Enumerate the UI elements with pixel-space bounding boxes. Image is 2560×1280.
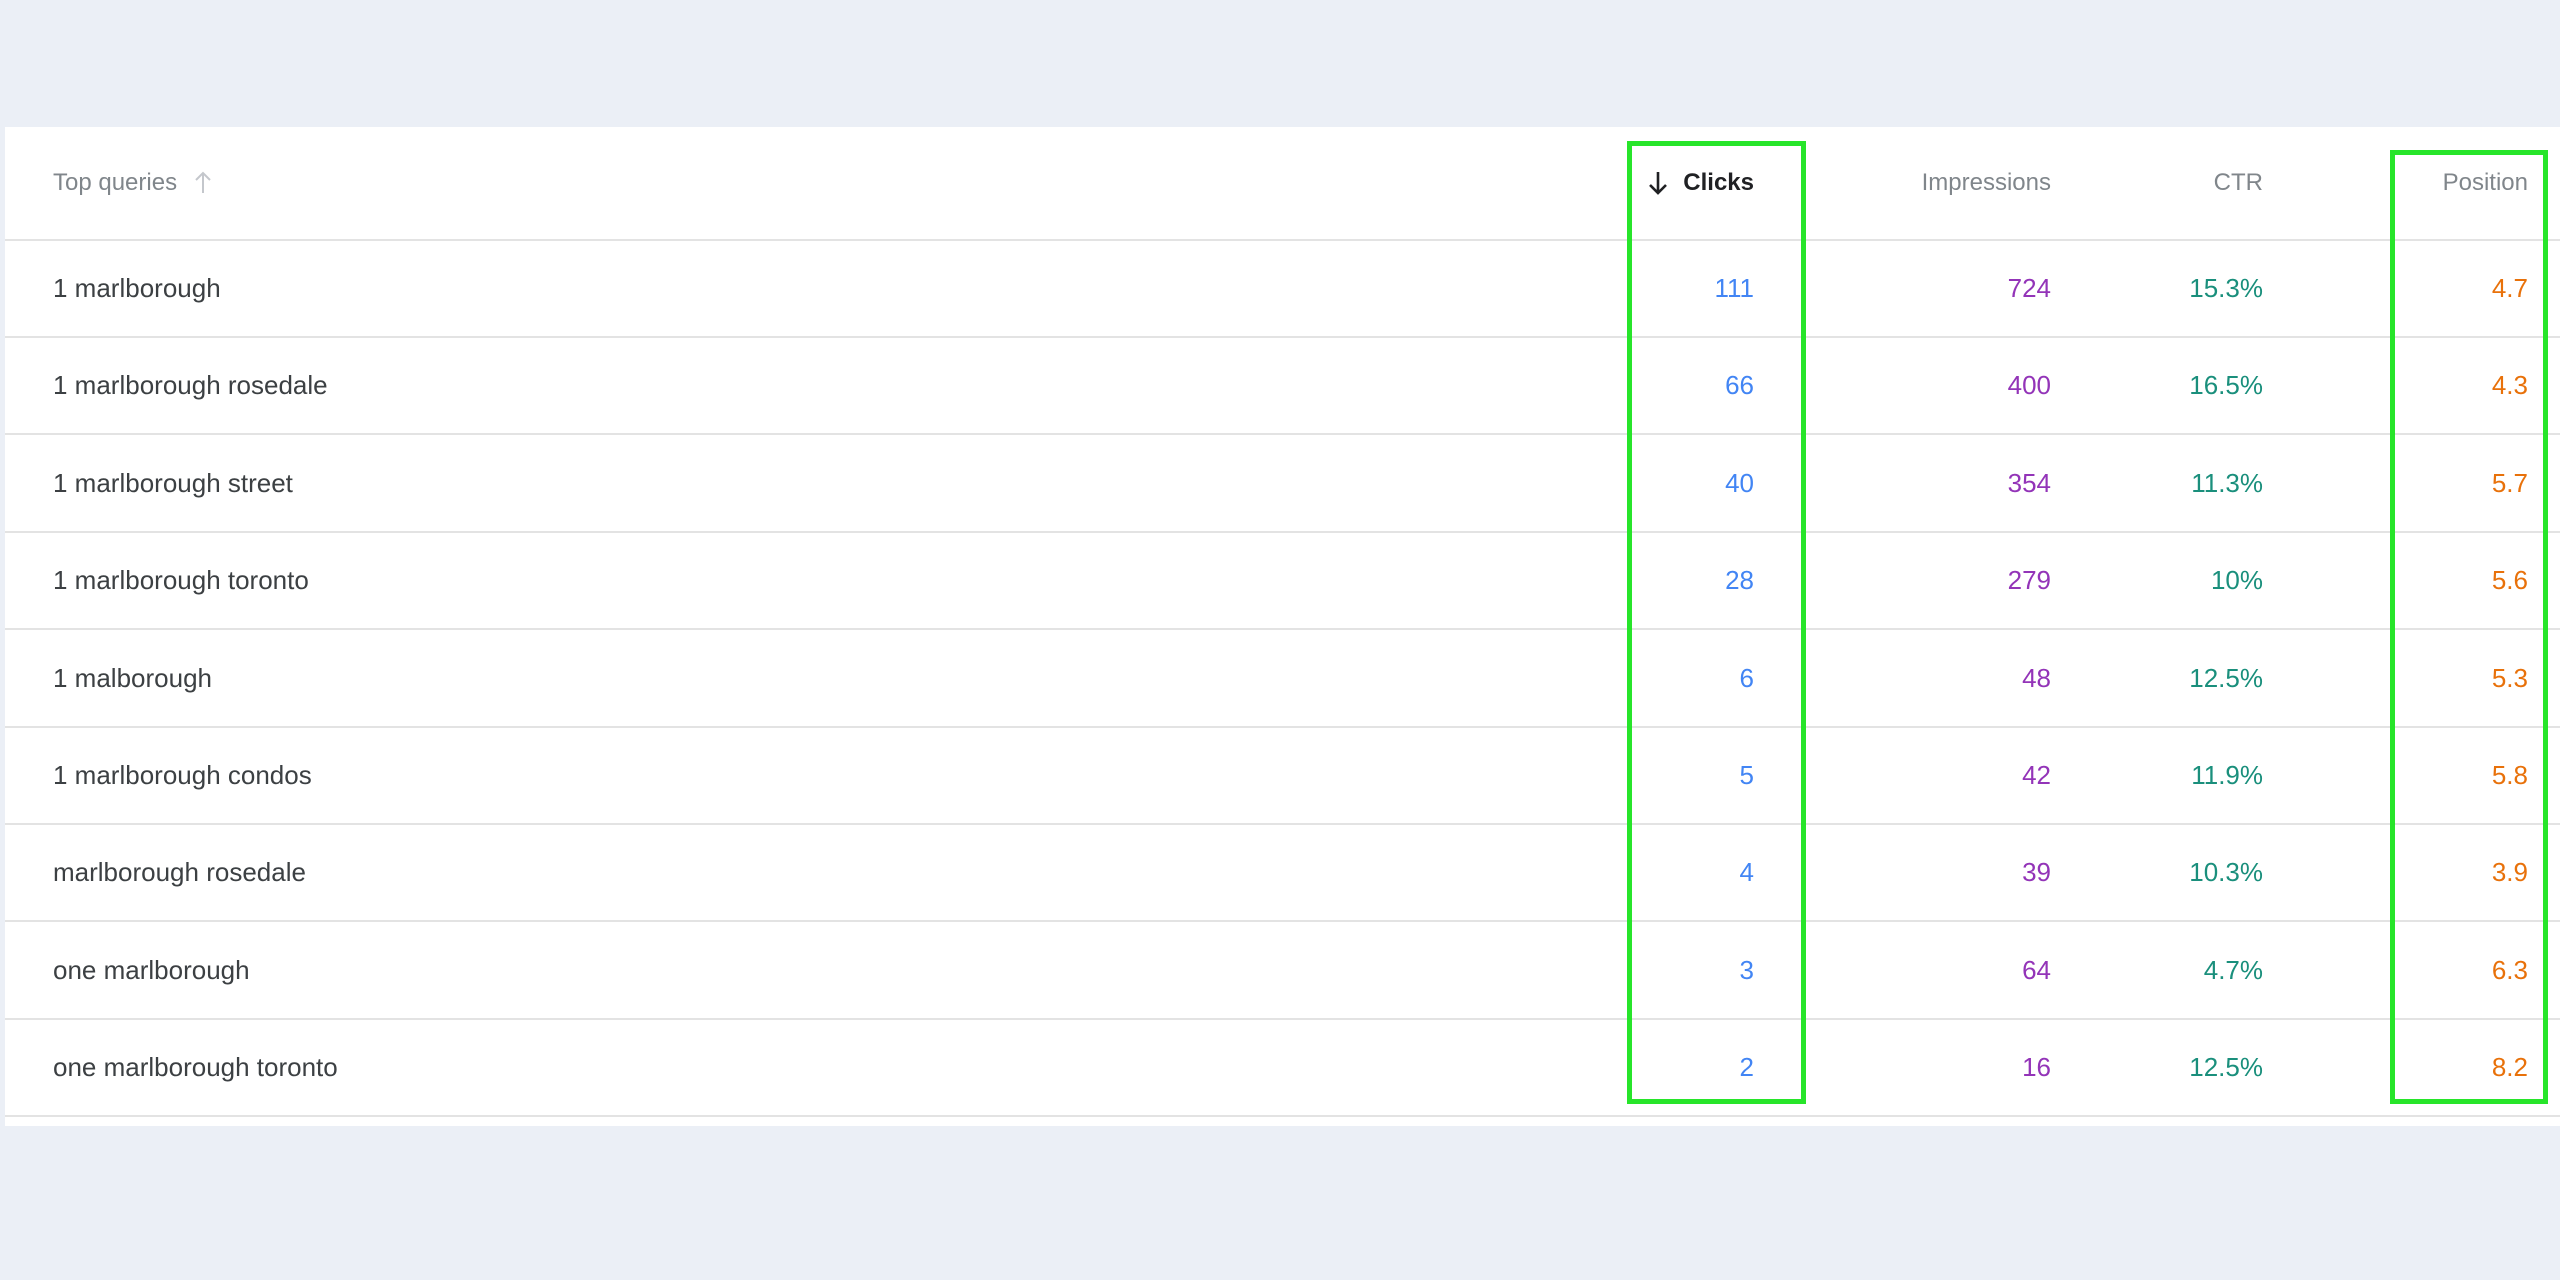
query-cell: one marlborough toronto <box>53 1052 338 1083</box>
header-position[interactable]: Position <box>2443 127 2528 239</box>
ctr-cell: 11.9% <box>2191 760 2263 790</box>
table-row[interactable]: 1 marlborough toronto 28 279 10% 5.6 <box>5 533 2560 631</box>
position-cell: 8.2 <box>2491 1052 2528 1083</box>
table-row[interactable]: 1 marlborough condos 5 42 11.9% 5.8 <box>5 728 2560 825</box>
clicks-cell: 111 <box>1714 273 1754 303</box>
ctr-cell: 16.5% <box>2189 370 2263 401</box>
query-cell: marlborough rosedale <box>53 857 306 888</box>
table-row[interactable]: 1 marlborough 111 724 15.3% 4.7 <box>5 241 2560 338</box>
table-header: Top queries Clicks Impressions CTR Posit… <box>5 127 2560 241</box>
impressions-cell: 279 <box>2007 565 2051 596</box>
query-cell: 1 marlborough rosedale <box>53 370 328 401</box>
header-clicks-label: Clicks <box>1683 169 1754 196</box>
position-cell: 5.8 <box>2491 760 2528 790</box>
impressions-cell: 354 <box>2007 467 2051 498</box>
header-top-queries[interactable]: Top queries <box>53 127 213 239</box>
header-ctr[interactable]: CTR <box>2214 127 2263 239</box>
ctr-cell: 11.3% <box>2191 467 2263 498</box>
position-cell: 5.6 <box>2491 565 2528 596</box>
impressions-cell: 400 <box>2007 370 2051 401</box>
clicks-cell: 40 <box>1725 467 1754 498</box>
ctr-cell: 15.3% <box>2189 273 2263 303</box>
position-cell: 4.3 <box>2491 370 2528 401</box>
position-cell: 5.7 <box>2491 467 2528 498</box>
impressions-cell: 16 <box>2022 1052 2051 1083</box>
position-cell: 5.3 <box>2491 662 2528 693</box>
clicks-cell: 3 <box>1739 954 1754 985</box>
clicks-cell: 28 <box>1725 565 1754 596</box>
clicks-cell: 6 <box>1739 662 1754 693</box>
queries-table: Top queries Clicks Impressions CTR Posit… <box>5 127 2560 1126</box>
query-cell: 1 marlborough <box>53 273 221 303</box>
table-row[interactable]: 1 marlborough rosedale 66 400 16.5% 4.3 <box>5 338 2560 436</box>
impressions-cell: 42 <box>2022 760 2051 790</box>
impressions-cell: 724 <box>2007 273 2051 303</box>
impressions-cell: 39 <box>2022 857 2051 888</box>
table-row[interactable]: one marlborough 3 64 4.7% 6.3 <box>5 923 2560 1020</box>
ctr-cell: 12.5% <box>2189 1052 2263 1083</box>
table-row[interactable]: marlborough rosedale 4 39 10.3% 3.9 <box>5 825 2560 923</box>
query-cell: 1 marlborough toronto <box>53 565 309 596</box>
clicks-cell: 4 <box>1739 857 1754 888</box>
table-row[interactable]: one marlborough toronto 2 16 12.5% 8.2 <box>5 1020 2560 1118</box>
ctr-cell: 10.3% <box>2189 857 2263 888</box>
query-cell: one marlborough <box>53 954 250 985</box>
clicks-cell: 66 <box>1725 370 1754 401</box>
clicks-cell: 2 <box>1739 1052 1754 1083</box>
header-clicks[interactable]: Clicks <box>1647 127 1754 239</box>
position-cell: 3.9 <box>2491 857 2528 888</box>
query-cell: 1 marlborough condos <box>53 760 312 790</box>
impressions-cell: 48 <box>2022 662 2051 693</box>
header-top-queries-label: Top queries <box>53 169 178 196</box>
ctr-cell: 4.7% <box>2203 954 2263 985</box>
header-impressions[interactable]: Impressions <box>1922 127 2051 239</box>
query-cell: 1 marlborough street <box>53 467 293 498</box>
clicks-cell: 5 <box>1739 760 1754 790</box>
query-cell: 1 malborough <box>53 662 212 693</box>
table-row[interactable]: 1 marlborough street 40 354 11.3% 5.7 <box>5 436 2560 533</box>
table-row[interactable]: 1 malborough 6 48 12.5% 5.3 <box>5 631 2560 728</box>
arrow-up-icon <box>193 171 213 195</box>
impressions-cell: 64 <box>2022 954 2051 985</box>
ctr-cell: 12.5% <box>2189 662 2263 693</box>
position-cell: 4.7 <box>2491 273 2528 303</box>
arrow-down-icon <box>1647 170 1669 196</box>
position-cell: 6.3 <box>2491 954 2528 985</box>
ctr-cell: 10% <box>2210 565 2263 596</box>
